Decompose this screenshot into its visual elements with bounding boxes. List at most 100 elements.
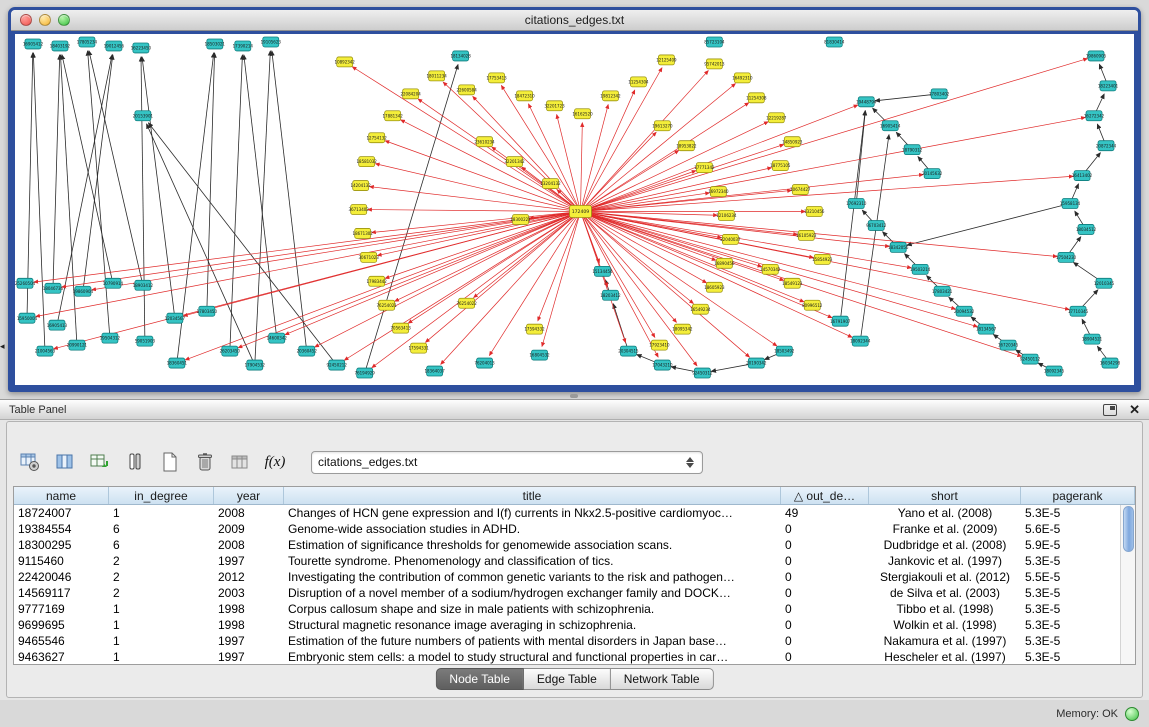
graph-node[interactable]: 17803421 [932,286,953,296]
graph-node[interactable]: 10892342 [335,57,356,67]
column-header-pagerank[interactable]: pagerank [1021,487,1135,504]
graph-node[interactable]: 13210456 [804,207,825,217]
graph-node[interactable]: 17983442 [367,276,388,286]
graph-node[interactable]: 20153901 [133,111,154,121]
graph-node[interactable]: 95742013 [704,59,725,69]
vertical-scrollbar[interactable] [1120,505,1135,664]
graph-node[interactable]: 16720345 [998,340,1019,350]
table-row[interactable]: 1830029562008Estimation of significance … [14,537,1120,553]
graph-node[interactable]: 19448794 [856,97,877,107]
network-canvas[interactable]: 1690541218403192178052341901245616223450… [11,31,1138,389]
graph-node[interactable]: 14570342 [760,264,781,274]
graph-node[interactable]: 18095342 [672,324,693,334]
graph-node[interactable]: 18034512 [1076,224,1097,234]
graph-node[interactable]: 12010345 [1094,278,1115,288]
graph-node[interactable]: 18046736 [43,283,64,293]
graph-node[interactable]: 26203450 [220,346,241,356]
table-row[interactable]: 1938455462009Genome-wide association stu… [14,521,1120,537]
graph-node[interactable]: 17923410 [649,340,670,350]
graph-node[interactable]: 12106234 [716,210,737,220]
graph-node[interactable]: 18549123 [782,278,803,288]
graph-node[interactable]: 36713402 [349,205,370,215]
graph-node[interactable]: 30671023 [359,252,380,262]
graph-node[interactable]: 18904521 [1082,334,1103,344]
graph-node[interactable]: 18092345 [1044,366,1065,376]
graph-node[interactable]: 18403192 [50,41,71,51]
graph-node[interactable]: 19012456 [104,41,125,51]
graph-node[interactable]: 18790312 [902,145,923,155]
table-row[interactable]: 969969511998Structural magnetic resonanc… [14,617,1120,633]
graph-node[interactable]: 12219287 [766,113,787,123]
table-row[interactable]: 946362711997Embryonic stem cells: a mode… [14,649,1120,665]
table-source-dropdown[interactable]: citations_edges.txt [311,451,703,474]
graph-node[interactable]: 20872344 [1096,141,1117,151]
graph-node[interactable]: 92450212 [327,360,348,370]
graph-node[interactable]: 76254022 [456,298,477,308]
graph-node[interactable]: 18581032 [357,157,378,167]
graph-node[interactable]: 19613270 [652,121,673,131]
graph-node[interactable]: 18223401 [1098,81,1119,91]
graph-node[interactable]: 32201342 [504,157,525,167]
table-columns-icon[interactable] [52,449,78,475]
graph-node[interactable]: 17803450 [197,306,218,316]
tab-edge-table[interactable]: Edge Table [524,668,611,690]
column-header-out_de[interactable]: △ out_de… [781,487,869,504]
graph-node[interactable]: 92450112 [1020,354,1041,364]
scrollbar-thumb[interactable] [1123,506,1134,552]
graph-node[interactable]: 16890456 [714,258,735,268]
graph-node[interactable]: 17504230 [1056,252,1077,262]
column-header-year[interactable]: year [214,487,284,504]
rows-icon[interactable] [122,449,148,475]
graph-node[interactable]: 18360451 [167,358,188,368]
table-settings-icon[interactable] [17,449,43,475]
graph-node[interactable]: 16791907 [830,316,851,326]
hub-node[interactable]: 172409 [570,206,592,218]
tab-node-table[interactable]: Node Table [435,668,524,690]
memory-ok-icon[interactable] [1125,707,1139,721]
graph-node[interactable]: 76194929 [355,368,376,378]
graph-node[interactable]: 32201723 [544,101,565,111]
graph-node[interactable]: 20990121 [67,340,88,350]
graph-node[interactable]: 96703412 [866,220,887,230]
column-header-in_degree[interactable]: in_degree [109,487,214,504]
table-row[interactable]: 1872400712008Changes of HCN gene express… [14,505,1120,521]
graph-node[interactable]: 18503021 [205,39,226,49]
graph-node[interactable]: 17805234 [77,37,98,47]
graph-node[interactable]: 17692310 [846,199,867,209]
graph-node[interactable]: 17753413 [486,73,507,83]
graph-node[interactable]: 22600584 [456,85,477,95]
column-header-title[interactable]: title [284,487,781,504]
graph-node[interactable]: 70563413 [391,323,412,333]
table-row[interactable]: 946554611997Estimation of the future num… [14,633,1120,649]
graph-node[interactable]: 22040037 [720,234,741,244]
graph-node[interactable]: 19105623 [261,37,282,47]
graph-node[interactable]: 17594332 [524,324,545,334]
graph-node[interactable]: 20360452 [297,346,318,356]
graph-node[interactable]: 19812342 [600,91,621,101]
graph-node[interactable]: 11254308 [746,93,767,103]
graph-node[interactable]: 18671302 [353,228,374,238]
graph-node[interactable]: 18903412 [133,280,154,290]
graph-node[interactable]: 12754132 [367,133,388,143]
graph-node[interactable]: 19860905 [1086,51,1107,61]
graph-node[interactable]: 12034567 [165,313,186,323]
graph-node[interactable]: 16905413 [47,320,68,330]
graph-node[interactable]: 17043210 [652,360,673,370]
graph-node[interactable]: 18953822 [676,141,697,151]
graph-node[interactable]: 16105923 [796,230,817,240]
graph-node[interactable]: 16413402 [1072,171,1093,181]
close-panel-icon[interactable]: ✕ [1129,403,1140,416]
table-row[interactable]: 977716911998Corpus callosum shape and si… [14,601,1120,617]
graph-node[interactable]: 80996512 [802,300,823,310]
graph-node[interactable]: 18011234 [426,71,447,81]
graph-node[interactable]: 16972340 [708,187,729,197]
graph-node[interactable]: 20145632 [922,169,943,179]
table-row[interactable]: 911546021997Tourette syndrome. Phenomeno… [14,553,1120,569]
graph-node[interactable]: 17594331 [408,343,429,353]
graph-node[interactable]: 10790914 [103,278,124,288]
graph-node[interactable]: 76204013 [474,358,495,368]
graph-node[interactable]: 16492310 [732,73,753,83]
table-row[interactable]: 1456911722003Disruption of a novel membe… [14,585,1120,601]
graph-node[interactable]: 16804532 [529,350,550,360]
graph-node[interactable]: 16272342 [1084,111,1105,121]
